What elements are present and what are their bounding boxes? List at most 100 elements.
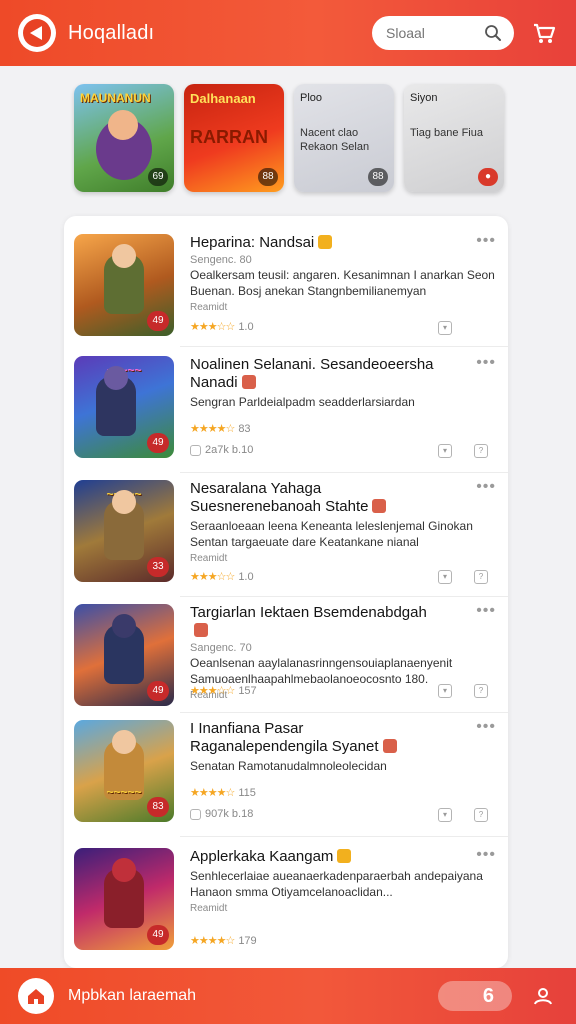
- thumbnail-badge: 49: [147, 681, 169, 701]
- divider: [180, 596, 508, 597]
- featured-carousel: MAUNANUN 69 Dalhanaan RARRAN 88 Ploo Nac…: [74, 84, 504, 192]
- app-description: Oealkersam teusil: angaren. Kesanimnan I…: [190, 268, 495, 298]
- search-input[interactable]: [386, 25, 484, 41]
- app-thumbnail: ~~~~~ 83: [74, 720, 174, 822]
- featured-card[interactable]: MAUNANUN 69: [74, 84, 174, 192]
- star-rating: ★★★☆☆: [190, 571, 235, 583]
- app-name: I Inanfiana Pasar Raganalependengila Sya…: [190, 720, 379, 755]
- notification-counter[interactable]: 6: [438, 981, 512, 1011]
- share-icon[interactable]: ?: [474, 684, 488, 698]
- list-item[interactable]: ~~~~~ 33 Nesaralana Yahaga Suesnereneban…: [74, 479, 498, 584]
- rating-value: 179: [238, 934, 257, 947]
- featured-badge: 88: [368, 168, 388, 186]
- app-header: Hoqalladı: [0, 0, 576, 66]
- thumbnail-badge: 49: [147, 433, 169, 453]
- star-rating: ★★★☆☆: [190, 321, 235, 333]
- more-options-icon[interactable]: •••: [476, 233, 496, 249]
- thumbnail-badge: 33: [147, 557, 169, 577]
- app-rating: ★★★★☆ 115: [190, 786, 256, 800]
- featured-title: MAUNANUN: [80, 91, 151, 105]
- cart-button[interactable]: [526, 15, 562, 51]
- app-meta: Reamidt: [190, 302, 228, 313]
- app-rating: ★★★☆☆ 1.0: [190, 570, 254, 584]
- profile-button[interactable]: [526, 979, 560, 1013]
- bottom-label: Mpbkan laraemah: [68, 987, 197, 1004]
- verified-icon: [318, 235, 333, 249]
- bookmark-icon[interactable]: ▾: [438, 684, 452, 698]
- list-item[interactable]: ~~~~~ 49 Noalinen Selanani. Sesandeoeers…: [74, 355, 498, 460]
- search-icon[interactable]: [484, 24, 502, 42]
- featured-subtitle: RARRAN: [190, 127, 268, 147]
- app-description: Senhlecerlaiae aueanaerkadenparaerbah an…: [190, 869, 483, 899]
- divider: [180, 712, 508, 713]
- list-item[interactable]: 49 Heparina: Nandsai Sengenc. 80 Oealker…: [74, 233, 498, 338]
- share-icon[interactable]: ?: [474, 808, 488, 822]
- rating-value: 1.0: [238, 320, 254, 333]
- bookmark-icon[interactable]: ▾: [438, 321, 452, 335]
- share-icon[interactable]: ?: [474, 444, 488, 458]
- cart-icon: [534, 23, 556, 43]
- download-count: 907k b.18: [205, 808, 254, 820]
- home-button[interactable]: [18, 978, 54, 1014]
- back-button[interactable]: [18, 14, 56, 52]
- more-options-icon[interactable]: •••: [476, 603, 496, 619]
- divider: [180, 346, 508, 347]
- app-description: Senatan Ramotanudalmnoleolecidan: [190, 759, 387, 773]
- thumbnail-badge: 49: [147, 311, 169, 331]
- app-list: 49 Heparina: Nandsai Sengenc. 80 Oealker…: [64, 216, 508, 968]
- app-name: Applerkaka Kaangam: [190, 848, 334, 865]
- bookmark-icon[interactable]: ▾: [438, 808, 452, 822]
- star-rating: ★★★☆☆: [190, 685, 235, 697]
- featured-card[interactable]: Siyon Tiag bane Fiua ●: [404, 84, 504, 192]
- divider: [180, 836, 508, 837]
- award-icon: [241, 375, 256, 389]
- app-meta: Reamidt: [190, 553, 228, 564]
- award-icon: [382, 739, 397, 753]
- bookmark-icon[interactable]: ▾: [438, 444, 452, 458]
- more-options-icon[interactable]: •••: [476, 847, 496, 863]
- divider: [180, 472, 508, 473]
- app-name: Targiarlan Iektaen Bsemdenabdgah: [190, 604, 427, 621]
- app-thumbnail: ~~~~~ 33: [74, 480, 174, 582]
- app-thumbnail: 49: [74, 234, 174, 336]
- download-info: 907k b.18: [190, 808, 253, 820]
- download-info: 2a7k b.10: [190, 444, 253, 456]
- app-name: Heparina: Nandsai: [190, 234, 315, 251]
- featured-badge: 69: [148, 168, 168, 186]
- more-options-icon[interactable]: •••: [476, 355, 496, 371]
- list-item[interactable]: ~~~~~ 83 I Inanfiana Pasar Raganalepende…: [74, 719, 498, 824]
- list-item[interactable]: 49 Applerkaka Kaangam Senhlecerlaiae aue…: [74, 847, 498, 952]
- user-icon: [534, 988, 552, 1005]
- thumbnail-badge: 49: [147, 925, 169, 945]
- list-item[interactable]: 49 Targiarlan Iektaen Bsemdenabdgah Sang…: [74, 603, 498, 708]
- app-name: Noalinen Selanani. Sesandeoeersha Nanadi: [190, 356, 434, 391]
- back-arrow-icon: [23, 19, 51, 47]
- app-thumbnail: ~~~~~ 49: [74, 356, 174, 458]
- app-description: Sengran Parldeialpadm seadderlarsiardan: [190, 395, 415, 409]
- award-icon: [372, 499, 387, 513]
- featured-subtitle: Nacent clao Rekaon Selan: [300, 127, 370, 153]
- more-options-icon[interactable]: •••: [476, 719, 496, 735]
- featured-card[interactable]: Dalhanaan RARRAN 88: [184, 84, 284, 192]
- app-thumbnail: 49: [74, 848, 174, 950]
- featured-card[interactable]: Ploo Nacent clao Rekaon Selan 88: [294, 84, 394, 192]
- featured-title: Ploo: [300, 92, 323, 104]
- featured-title: Dalhanaan: [190, 91, 256, 106]
- rating-value: 1.0: [238, 570, 254, 583]
- rating-value: 115: [238, 786, 256, 799]
- app-publisher: Sengenc. 80: [190, 254, 252, 266]
- search-bar[interactable]: [372, 16, 514, 50]
- app-rating: ★★★☆☆ 1.0: [190, 320, 254, 334]
- app-rating: ★★★☆☆ 157: [190, 684, 257, 698]
- download-icon: [190, 444, 201, 456]
- home-icon: [28, 989, 44, 1004]
- app-title: Hoqalladı: [68, 21, 155, 44]
- bookmark-icon[interactable]: ▾: [438, 570, 452, 584]
- star-rating: ★★★★☆: [190, 423, 235, 435]
- share-icon[interactable]: ?: [474, 570, 488, 584]
- featured-title: Siyon: [410, 92, 438, 104]
- more-options-icon[interactable]: •••: [476, 479, 496, 495]
- app-meta: Reamidt: [190, 903, 228, 914]
- app-rating: ★★★★☆ 83: [190, 422, 251, 436]
- download-count: 2a7k b.10: [205, 444, 254, 456]
